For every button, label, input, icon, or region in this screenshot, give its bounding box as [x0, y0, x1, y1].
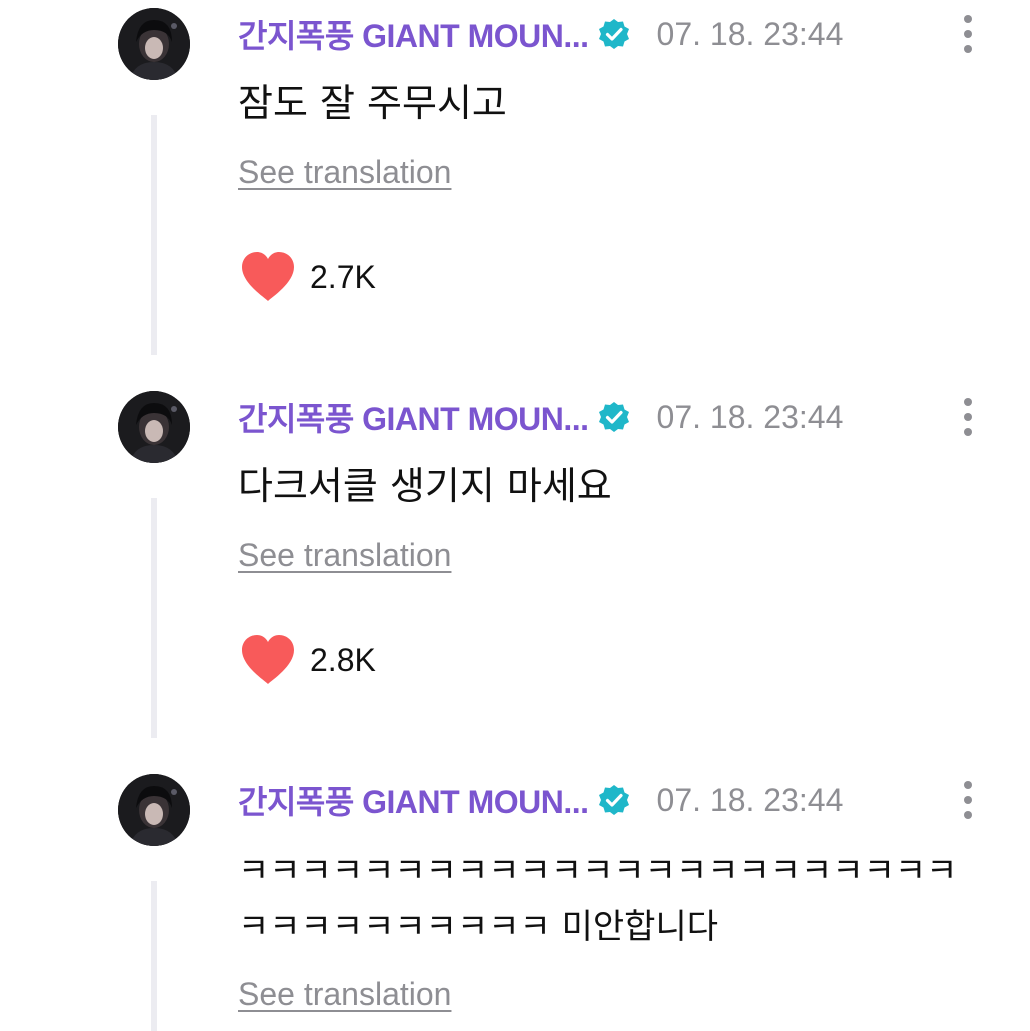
- comment-text: 다크서클 생기지 마세요: [238, 461, 612, 511]
- comment-text-line: 잠도 잘 주무시고: [238, 81, 507, 125]
- like-count: 2.7K: [310, 258, 376, 295]
- like-button[interactable]: 2.8K: [240, 634, 376, 686]
- avatar[interactable]: [118, 774, 190, 846]
- verified-badge-icon: [597, 400, 631, 434]
- verified-badge-icon: [597, 783, 631, 817]
- author-name[interactable]: 간지폭풍 GIANT MOUN...: [238, 11, 589, 57]
- comment-text-line: 다크서클 생기지 마세요: [238, 464, 612, 508]
- more-vertical-icon[interactable]: [958, 397, 978, 437]
- heart-icon: [240, 251, 296, 303]
- more-vertical-icon[interactable]: [958, 14, 978, 54]
- timestamp: 07. 18. 23:44: [656, 781, 844, 818]
- avatar[interactable]: [118, 8, 190, 80]
- heart-icon: [240, 634, 296, 686]
- see-translation-link[interactable]: See translation: [238, 976, 451, 1013]
- see-translation-link[interactable]: See translation: [238, 537, 451, 574]
- author-name[interactable]: 간지폭풍 GIANT MOUN...: [238, 394, 589, 440]
- author-name[interactable]: 간지폭풍 GIANT MOUN...: [238, 777, 589, 823]
- verified-badge-icon: [597, 17, 631, 51]
- comment-text: 잠도 잘 주무시고: [238, 78, 507, 128]
- thread-line: [151, 498, 157, 738]
- timestamp: 07. 18. 23:44: [656, 15, 844, 52]
- thread-line: [151, 881, 157, 1031]
- comment-text: ㅋㅋㅋㅋㅋㅋㅋㅋㅋㅋㅋㅋㅋㅋㅋㅋㅋㅋㅋㅋㅋㅋㅋ ㅋㅋㅋㅋㅋㅋㅋㅋㅋㅋ 미안합니다: [238, 843, 957, 955]
- timestamp: 07. 18. 23:44: [656, 398, 844, 435]
- comment-text-line: ㅋㅋㅋㅋㅋㅋㅋㅋㅋㅋㅋㅋㅋㅋㅋㅋㅋㅋㅋㅋㅋㅋㅋ: [238, 851, 958, 891]
- author-row: 간지폭풍 GIANT MOUN... 07. 18. 23:44: [238, 395, 843, 439]
- thread-line: [151, 115, 157, 355]
- avatar[interactable]: [118, 391, 190, 463]
- more-vertical-icon[interactable]: [958, 780, 978, 820]
- like-count: 2.8K: [310, 641, 376, 678]
- author-row: 간지폭풍 GIANT MOUN... 07. 18. 23:44: [238, 12, 843, 56]
- see-translation-link[interactable]: See translation: [238, 154, 451, 191]
- author-row: 간지폭풍 GIANT MOUN... 07. 18. 23:44: [238, 778, 843, 822]
- comment-text-line: ㅋㅋㅋㅋㅋㅋㅋㅋㅋㅋ 미안합니다: [238, 907, 719, 947]
- like-button[interactable]: 2.7K: [240, 251, 376, 303]
